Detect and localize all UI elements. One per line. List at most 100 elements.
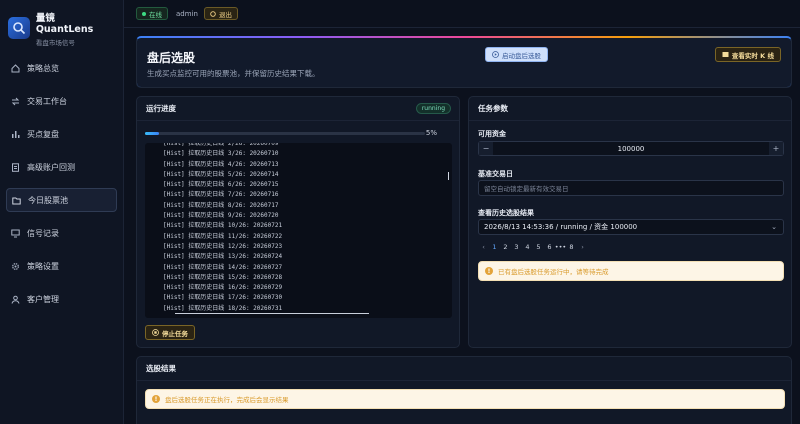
topbar: 在线 admin 退出 <box>124 0 800 28</box>
sidebar-item-label: 交易工作台 <box>27 96 67 106</box>
info-icon: ! <box>152 395 160 403</box>
log-line: [Hist] 拉取历史日线 6/26: 20260715 <box>163 181 279 189</box>
page-8[interactable]: 8 <box>566 242 577 253</box>
page-5[interactable]: 5 <box>533 242 544 253</box>
sidebar-item-label: 买点复盘 <box>27 129 59 139</box>
decrement-button[interactable]: − <box>479 142 493 155</box>
warning-icon: ! <box>485 267 493 275</box>
sidebar-item-overview[interactable]: 策略总览 <box>6 56 117 80</box>
sidebar-item-label: 今日股票池 <box>28 195 68 205</box>
log-line: [Hist] 拉取历史日线 17/26: 20260730 <box>163 294 283 302</box>
gear-icon <box>10 261 20 271</box>
task-params-panel: 任务参数 可用资金 − 100000 + 基准交易日 留空自动锁定最新有效交易日… <box>468 96 792 348</box>
results-info-alert: ! 盘后选股任务正在执行，完成后会显示结果 <box>145 389 785 409</box>
start-selection-label: 启动盘后选股 <box>502 51 541 60</box>
page-3[interactable]: 3 <box>511 242 522 253</box>
sidebar-item-workbench[interactable]: 交易工作台 <box>6 89 117 113</box>
task-running-alert: ! 已有盘后选股任务运行中，请等待完成 <box>478 261 784 281</box>
sidebar: 量镜 QuantLens 看盘市场信号 策略总览 交易工作台 买点复盘 高级账户… <box>0 0 124 424</box>
sidebar-item-review[interactable]: 买点复盘 <box>6 122 117 146</box>
sidebar-item-label: 高级账户回测 <box>27 162 75 172</box>
status-dot-icon <box>142 11 146 16</box>
sidebar-item-backtest[interactable]: 高级账户回测 <box>6 155 117 179</box>
user-icon <box>10 294 20 304</box>
history-selected-value: 2026/8/13 14:53:36 / running / 资金 100000 <box>484 223 638 231</box>
log-line: [Hist] 拉取历史日线 15/26: 20260728 <box>163 273 283 281</box>
log-line: [Hist] 拉取历史日线 4/26: 20260713 <box>163 160 279 168</box>
brand-subtitle: 看盘市场信号 <box>35 38 75 47</box>
bar-chart-icon <box>10 129 20 139</box>
history-label: 查看历史选股结果 <box>478 209 534 217</box>
stop-task-label: 停止任务 <box>162 329 188 338</box>
results-title: 选股结果 <box>137 357 791 381</box>
log-line: [Hist] 拉取历史日线 14/26: 20260727 <box>163 263 283 271</box>
logo-icon <box>8 17 30 39</box>
log-line: [Hist] 拉取历史日线 7/26: 20260716 <box>163 191 279 199</box>
increment-button[interactable]: + <box>769 142 783 155</box>
stop-icon <box>152 329 159 336</box>
run-progress-panel: 运行进度 running 5% [Hist] 拉取历史日线 2/26: 2026… <box>136 96 460 348</box>
history-select[interactable]: 2026/8/13 14:53:36 / running / 资金 100000… <box>478 219 784 235</box>
log-line: [Hist] 拉取历史日线 11/26: 20260722 <box>163 232 283 240</box>
username: admin <box>176 9 198 18</box>
log-line: [Hist] 拉取历史日线 13/26: 20260724 <box>163 253 283 261</box>
document-icon <box>10 162 20 172</box>
view-kline-button[interactable]: 查看实时 K 线 <box>714 47 781 62</box>
run-status-badge: running <box>415 103 451 114</box>
page-title: 盘后选股 <box>147 51 196 65</box>
sidebar-item-label: 策略设置 <box>27 261 59 271</box>
logout-label: 退出 <box>218 10 232 19</box>
page-2[interactable]: 2 <box>500 242 511 253</box>
sidebar-item-settings[interactable]: 策略设置 <box>6 254 117 278</box>
start-selection-button[interactable]: 启动盘后选股 <box>485 47 548 62</box>
results-panel: 选股结果 ! 盘后选股任务正在执行，完成后会显示结果 <box>136 356 792 424</box>
logout-button[interactable]: 退出 <box>203 7 238 20</box>
pagination: ‹ 1 2 3 4 5 6 ••• 8 › <box>478 241 588 253</box>
log-line: [Hist] 拉取历史日线 8/26: 20260717 <box>163 201 279 209</box>
chevron-down-icon: ⌄ <box>771 223 777 231</box>
capital-stepper: − 100000 + <box>478 141 784 156</box>
log-line: [Hist] 拉取历史日线 10/26: 20260721 <box>163 222 283 230</box>
run-progress-title: 运行进度 <box>137 97 459 121</box>
log-line: [Hist] 拉取历史日线 12/26: 20260723 <box>163 242 283 250</box>
log-line: [Hist] 拉取历史日线 9/26: 20260720 <box>163 212 279 220</box>
log-line: [Hist] 拉取历史日线 16/26: 20260729 <box>163 284 283 292</box>
scrollbar-thumb[interactable] <box>447 172 449 180</box>
task-params-title: 任务参数 <box>469 97 791 121</box>
brand-title: 量镜 QuantLens <box>35 12 94 35</box>
brand: 量镜 QuantLens 看盘市场信号 <box>0 0 123 47</box>
progress-percent: 5% <box>425 129 437 137</box>
sidebar-item-signals[interactable]: 信号记录 <box>6 221 117 245</box>
sidebar-item-label: 信号记录 <box>27 228 59 238</box>
page-6[interactable]: 6 <box>544 242 555 253</box>
page-description: 生成买点监控可用的股票池，并保留历史结果下载。 <box>147 69 320 78</box>
sidebar-item-clients[interactable]: 客户管理 <box>6 287 117 311</box>
log-line: [Hist] 拉取历史日线 5/26: 20260714 <box>163 170 279 178</box>
monitor-icon <box>10 228 20 238</box>
sidebar-nav: 策略总览 交易工作台 买点复盘 高级账户回测 今日股票池 信号记录 策略设置 客… <box>0 56 123 311</box>
capital-label: 可用资金 <box>478 130 506 138</box>
sidebar-item-stock-pool[interactable]: 今日股票池 <box>6 188 117 212</box>
stop-task-button[interactable]: 停止任务 <box>145 325 195 340</box>
capital-input[interactable]: 100000 <box>493 145 769 153</box>
page-4[interactable]: 4 <box>522 242 533 253</box>
task-running-text: 已有盘后选股任务运行中，请等待完成 <box>498 268 609 276</box>
page-ellipsis[interactable]: ••• <box>555 242 567 253</box>
folder-icon <box>11 195 21 205</box>
results-info-text: 盘后选股任务正在执行，完成后会显示结果 <box>165 396 289 404</box>
play-icon <box>492 51 499 58</box>
log-console[interactable]: [Hist] 拉取历史日线 2/26: 20260709 [Hist] 拉取历史日… <box>145 143 452 318</box>
page-1[interactable]: 1 <box>489 242 500 253</box>
trade-date-input[interactable]: 留空自动锁定最新有效交易日 <box>478 180 784 196</box>
chart-icon <box>722 51 729 58</box>
log-line: [Hist] 拉取历史日线 3/26: 20260710 <box>163 150 279 158</box>
sidebar-item-label: 客户管理 <box>27 294 59 304</box>
horizontal-scrollbar[interactable] <box>175 312 369 314</box>
progress-bar <box>145 132 425 135</box>
online-status-badge: 在线 <box>136 7 168 20</box>
swap-icon <box>10 96 20 106</box>
hero-panel: 盘后选股 生成买点监控可用的股票池，并保留历史结果下载。 启动盘后选股 查看实时… <box>136 36 792 88</box>
log-lines: [Hist] 拉取历史日线 2/26: 20260709 [Hist] 拉取历史日… <box>145 143 282 314</box>
prev-page-button[interactable]: ‹ <box>478 242 489 253</box>
next-page-button[interactable]: › <box>577 242 588 253</box>
